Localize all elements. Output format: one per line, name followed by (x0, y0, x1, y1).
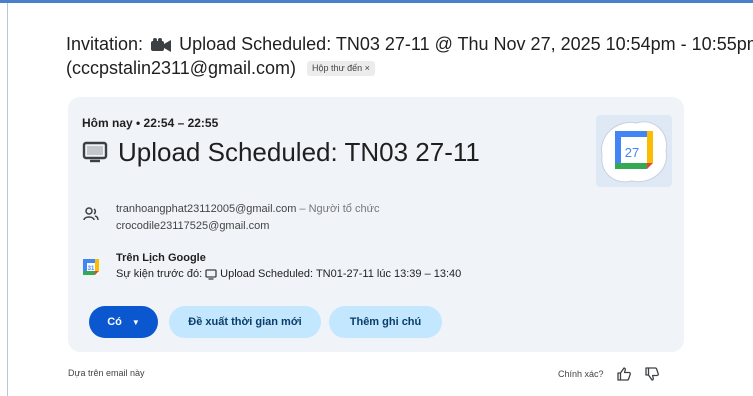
tv-small-icon (205, 268, 217, 280)
add-note-button[interactable]: Thêm ghi chú (329, 306, 442, 338)
thumbs-up-icon[interactable] (616, 366, 632, 382)
rsvp-yes-label: Có (107, 316, 122, 328)
based-on-email-text: Dựa trên email này (68, 368, 145, 378)
event-title-row: Upload Scheduled: TN03 27-11 (82, 135, 480, 169)
gcal-icon-number: 31 (88, 266, 95, 272)
google-calendar-icon: 31 (83, 259, 99, 275)
email-subject: Invitation: Upload Scheduled: TN03 27-11… (66, 32, 753, 56)
previous-event-text: Upload Scheduled: TN01-27-11 lúc 13:39 –… (220, 268, 462, 280)
calendar-thumbnail: 27 (596, 115, 672, 187)
event-title: Upload Scheduled: TN03 27-11 (118, 137, 480, 167)
accurate-question: Chính xác? (558, 369, 604, 379)
organizer-line: tranhoangphat23112005@gmail.com – Người … (116, 203, 379, 215)
rsvp-yes-button[interactable]: Có ▼ (89, 306, 158, 338)
calendar-app-icon: 27 (601, 121, 668, 183)
previous-event-line: Sự kiện trước đó: Upload Scheduled: TN01… (116, 268, 461, 280)
sender-line: (cccpstalin2311@gmail.com) Hộp thư đến × (66, 56, 375, 80)
thumbs-down-icon[interactable] (644, 366, 660, 382)
people-icon (83, 207, 99, 221)
propose-new-time-button[interactable]: Đề xuất thời gian mới (169, 306, 321, 338)
event-card: Hôm nay • 22:54 – 22:55 Upload Scheduled… (68, 97, 684, 352)
organizer-role: – Người tổ chức (296, 203, 380, 215)
subject-prefix: Invitation: (66, 34, 144, 54)
subject-text: Upload Scheduled: TN03 27-11 @ Thu Nov 2… (179, 34, 753, 54)
calendar-source-title: Trên Lịch Google (116, 252, 206, 264)
guest-email: crocodile23117525@gmail.com (116, 220, 270, 232)
dropdown-caret-icon: ▼ (131, 317, 140, 327)
calendar-day-number: 27 (625, 145, 639, 160)
window-left-border (7, 3, 8, 396)
video-camera-icon (151, 38, 172, 52)
window-top-border (0, 0, 753, 3)
organizer-email: tranhoangphat23112005@gmail.com (116, 203, 297, 215)
inbox-label-chip[interactable]: Hộp thư đến × (307, 61, 375, 76)
tv-icon (82, 141, 108, 163)
sender-email: (cccpstalin2311@gmail.com) (66, 58, 297, 78)
event-time: Hôm nay • 22:54 – 22:55 (82, 116, 219, 130)
previous-event-prefix: Sự kiện trước đó: (116, 268, 203, 280)
feedback-row: Chính xác? (558, 366, 660, 382)
